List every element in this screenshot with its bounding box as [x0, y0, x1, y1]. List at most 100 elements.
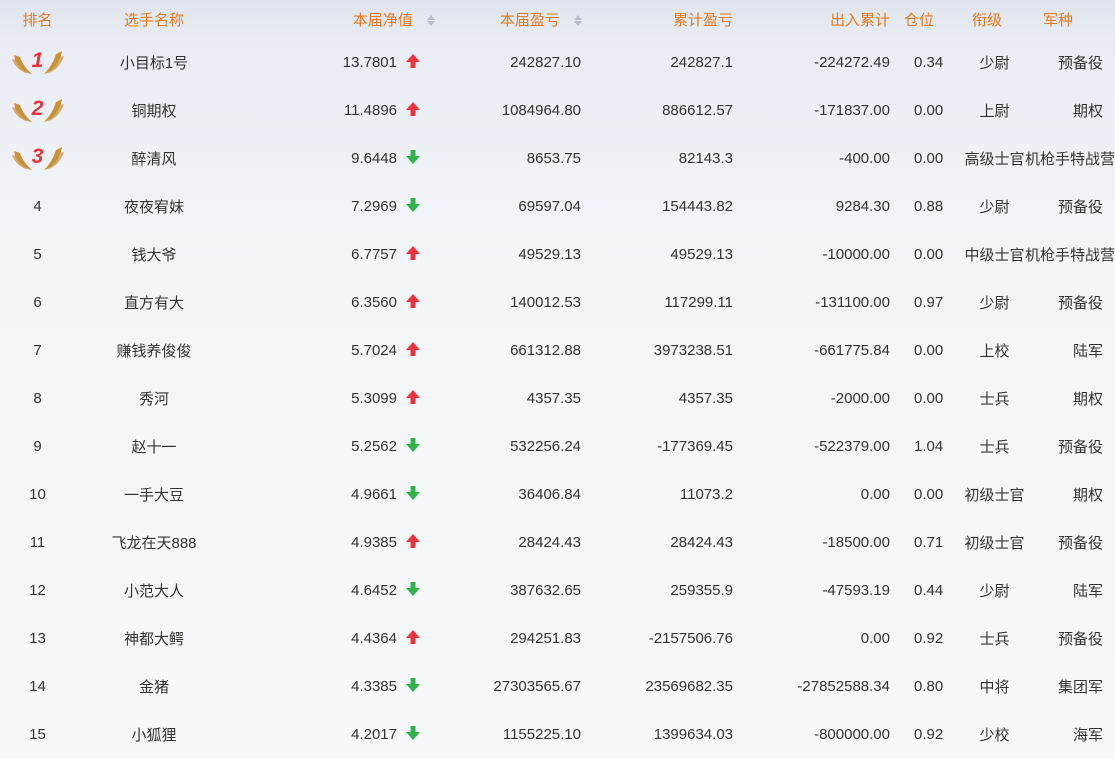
header-title: 衔级 [972, 11, 1003, 29]
player-name[interactable]: 神都大鳄 [75, 614, 233, 662]
flow-cell: -224272.49 [814, 53, 890, 71]
player-name[interactable]: 直方有大 [75, 278, 233, 326]
arrow-down-icon [405, 581, 421, 597]
nav-value: 4.9661 [351, 486, 397, 503]
profit-cell: 8653.75 [526, 149, 581, 167]
player-name[interactable]: 钱大爷 [75, 230, 233, 278]
table-row[interactable]: 2 铜期权 11.4896 1084964.80 886612.57 -1718… [0, 86, 1115, 134]
player-name[interactable]: 醉清风 [75, 134, 233, 182]
header-branch: 军种 [1043, 11, 1074, 29]
player-name[interactable]: 秀河 [75, 374, 233, 422]
player-name[interactable]: 一手大豆 [75, 470, 233, 518]
flow-cell: -47593.19 [822, 581, 890, 599]
position-cell: 0.80 [914, 677, 944, 695]
header-cum-profit: 累计盈亏 [672, 11, 733, 29]
rank-cell: 8 [0, 374, 75, 422]
table-header: 排名 选手名称 本届净值 本届盈亏 累计盈亏 出入累计 仓位 衔级 军种 [0, 0, 1115, 38]
sort-icon[interactable] [427, 14, 435, 27]
position-cell: 0.88 [914, 197, 944, 215]
profit-cell: 27303565.67 [493, 677, 581, 695]
table-row[interactable]: 13 神都大鳄 4.4364 294251.83 -2157506.76 0.0… [0, 614, 1115, 662]
title-cell: 上校 [979, 342, 1010, 360]
rank-number: 12 [29, 581, 46, 599]
player-name[interactable]: 金猪 [75, 662, 233, 710]
nav-cell: 4.2017 [233, 710, 443, 758]
position-cell: 0.92 [914, 629, 944, 647]
arrow-down-icon [405, 485, 421, 501]
title-cell: 初级士官 [964, 534, 1025, 552]
nav-cell: 4.4364 [233, 614, 443, 662]
table-row[interactable]: 3 醉清风 9.6448 8653.75 82143.3 -400.00 0.0… [0, 134, 1115, 182]
table-row[interactable]: 10 一手大豆 4.9661 36406.84 11073.2 0.00 0.0… [0, 470, 1115, 518]
table-row[interactable]: 14 金猪 4.3385 27303565.67 23569682.35 -27… [0, 662, 1115, 710]
sort-icon[interactable] [574, 14, 582, 27]
flow-cell: -2000.00 [830, 389, 890, 407]
header-nav-label: 本届净值 [352, 11, 413, 29]
profit-cell: 242827.10 [510, 53, 581, 71]
player-name[interactable]: 赵十一 [75, 422, 233, 470]
medal-icon: 2 [10, 95, 66, 125]
profit-cell: 28424.43 [518, 533, 581, 551]
position-cell: 0.97 [914, 293, 944, 311]
table-row[interactable]: 11 飞龙在天888 4.9385 28424.43 28424.43 -185… [0, 518, 1115, 566]
cum-profit-cell: 82143.3 [678, 149, 733, 167]
position-cell: 0.44 [914, 581, 944, 599]
table-row[interactable]: 7 赚钱养俊俊 5.7024 661312.88 3973238.51 -661… [0, 326, 1115, 374]
rank-number: 11 [29, 533, 46, 551]
profit-cell: 387632.65 [510, 581, 581, 599]
player-name[interactable]: 铜期权 [75, 86, 233, 134]
arrow-up-icon [405, 53, 421, 69]
position-cell: 0.92 [914, 725, 944, 743]
table-row[interactable]: 15 小狐狸 4.2017 1155225.10 1399634.03 -800… [0, 710, 1115, 758]
header-profit[interactable]: 本届盈亏 [443, 0, 588, 38]
flow-cell: -131100.00 [815, 293, 890, 311]
rank-number: 14 [29, 677, 46, 695]
arrow-up-icon [405, 341, 421, 357]
header-nav[interactable]: 本届净值 [233, 0, 443, 38]
branch-cell: 陆军 [1072, 582, 1103, 600]
arrow-up-icon [405, 629, 421, 645]
rank-cell: 12 [0, 566, 75, 614]
medal-icon: 3 [10, 143, 66, 173]
profit-cell: 661312.88 [510, 341, 581, 359]
player-name[interactable]: 小范大人 [75, 566, 233, 614]
player-name[interactable]: 小狐狸 [75, 710, 233, 758]
player-name[interactable]: 飞龙在天888 [75, 518, 233, 566]
title-cell: 中将 [979, 678, 1010, 696]
rank-cell: 2 [0, 86, 75, 134]
flow-cell: 0.00 [860, 629, 890, 647]
title-cell: 少尉 [979, 198, 1010, 216]
nav-value: 5.3099 [351, 390, 397, 407]
arrow-up-icon [405, 533, 421, 549]
nav-cell: 4.9385 [233, 518, 443, 566]
rank-cell: 9 [0, 422, 75, 470]
nav-value: 4.6452 [351, 582, 397, 599]
table-row[interactable]: 4 夜夜宥妹 7.2969 69597.04 154443.82 9284.30… [0, 182, 1115, 230]
branch-cell: 预备役 [1057, 54, 1103, 72]
medal-icon: 1 [10, 47, 66, 77]
branch-cell: 预备役 [1057, 630, 1103, 648]
table-row[interactable]: 1 小目标1号 13.7801 242827.10 242827.1 -2242… [0, 38, 1115, 86]
cum-profit-cell: 4357.35 [678, 389, 733, 407]
rank-number: 1 [31, 49, 44, 72]
player-name[interactable]: 小目标1号 [75, 38, 233, 86]
rank-cell: 4 [0, 182, 75, 230]
branch-cell: 陆军 [1072, 342, 1103, 360]
position-cell: 0.71 [914, 533, 944, 551]
rank-number: 2 [31, 97, 44, 120]
table-row[interactable]: 5 钱大爷 6.7757 49529.13 49529.13 -10000.00… [0, 230, 1115, 278]
table-row[interactable]: 12 小范大人 4.6452 387632.65 259355.9 -47593… [0, 566, 1115, 614]
flow-cell: 0.00 [860, 485, 890, 503]
player-name[interactable]: 赚钱养俊俊 [75, 326, 233, 374]
table-row[interactable]: 8 秀河 5.3099 4357.35 4357.35 -2000.00 0.0… [0, 374, 1115, 422]
title-cell: 士兵 [979, 438, 1010, 456]
nav-cell: 6.7757 [233, 230, 443, 278]
rank-number: 5 [33, 245, 42, 263]
table-row[interactable]: 9 赵十一 5.2562 532256.24 -177369.45 -52237… [0, 422, 1115, 470]
player-name[interactable]: 夜夜宥妹 [75, 182, 233, 230]
table-row[interactable]: 6 直方有大 6.3560 140012.53 117299.11 -13110… [0, 278, 1115, 326]
nav-cell: 13.7801 [233, 38, 443, 86]
nav-value: 13.7801 [342, 54, 397, 71]
rank-cell: 5 [0, 230, 75, 278]
nav-value: 4.3385 [351, 678, 397, 695]
